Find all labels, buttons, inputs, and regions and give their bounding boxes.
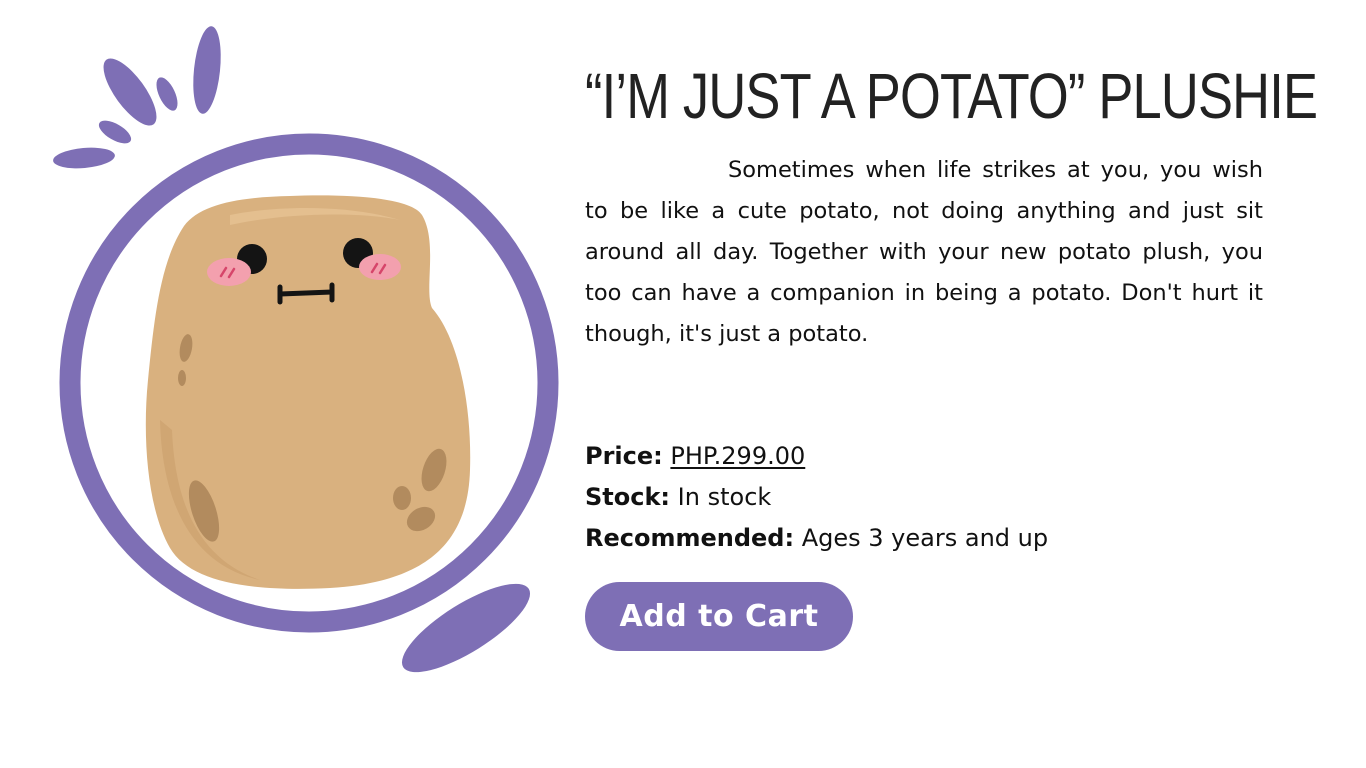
stock-value: In stock bbox=[677, 483, 772, 511]
product-page: “I’M JUST A POTATO” PLUSHIE Sometimes wh… bbox=[0, 0, 1366, 768]
decor-stroke bbox=[156, 77, 178, 111]
right-blush bbox=[359, 254, 401, 280]
stock-row: Stock: In stock bbox=[585, 477, 1265, 518]
price-value-link[interactable]: PHP.299.00 bbox=[670, 442, 805, 470]
potato-spot bbox=[178, 370, 186, 386]
add-to-cart-button[interactable]: Add to Cart bbox=[585, 582, 853, 651]
decor-stroke bbox=[98, 120, 132, 144]
price-row: Price: PHP.299.00 bbox=[585, 436, 1265, 477]
recommended-row: Recommended: Ages 3 years and up bbox=[585, 518, 1265, 559]
potato-spot bbox=[393, 486, 411, 510]
recommended-label: Recommended: bbox=[585, 524, 795, 552]
stock-label: Stock: bbox=[585, 483, 671, 511]
decor-stroke bbox=[53, 147, 115, 169]
recommended-value: Ages 3 years and up bbox=[801, 524, 1049, 552]
decor-stroke bbox=[193, 26, 221, 114]
product-art bbox=[53, 26, 559, 673]
left-blush bbox=[207, 258, 251, 286]
product-title: “I’M JUST A POTATO” PLUSHIE bbox=[585, 60, 1318, 132]
product-description: Sometimes when life strikes at you, you … bbox=[585, 157, 1263, 347]
product-details: Price: PHP.299.00 Stock: In stock Recomm… bbox=[585, 436, 1265, 559]
potato-plush-image bbox=[145, 195, 471, 589]
price-label: Price: bbox=[585, 442, 663, 470]
